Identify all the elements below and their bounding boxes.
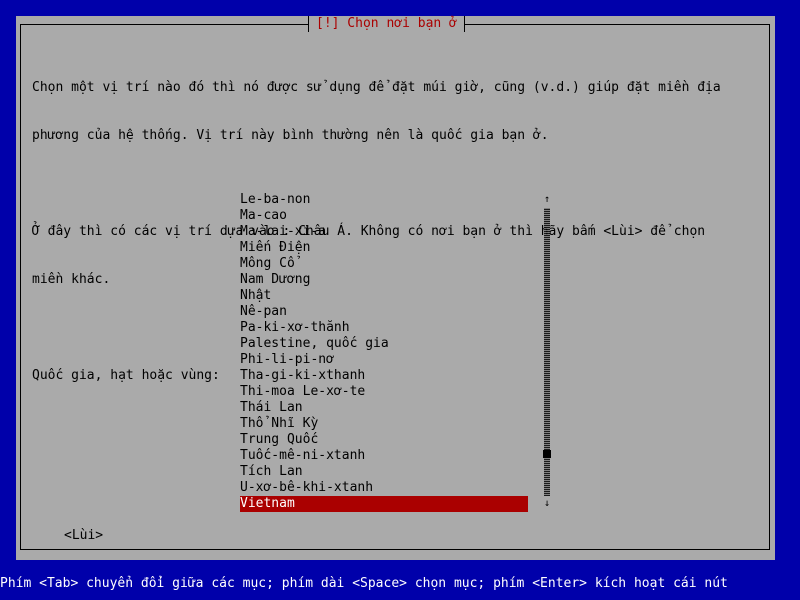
list-item[interactable]: Tha-gi-ki-xthanh [240, 368, 528, 384]
list-item[interactable]: Nhật [240, 288, 528, 304]
list-item[interactable]: Thổ Nhĩ Kỳ [240, 416, 528, 432]
list-item[interactable]: Ma-cao [240, 208, 528, 224]
list-item[interactable]: Mông Cổ [240, 256, 528, 272]
list-item[interactable]: Le-ba-non [240, 192, 528, 208]
list-item[interactable]: Thái Lan [240, 400, 528, 416]
back-button[interactable]: <Lùi> [64, 528, 103, 544]
list-item[interactable]: U-xơ-bê-khi-xtanh [240, 480, 528, 496]
list-item[interactable]: Vietnam [240, 496, 528, 512]
scroll-down-icon[interactable]: ↓ [542, 496, 552, 512]
list-item[interactable]: Thi-moa Le-xơ-te [240, 384, 528, 400]
list-item[interactable]: Phi-li-pi-nơ [240, 352, 528, 368]
list-item[interactable]: Pa-ki-xơ-thănh [240, 320, 528, 336]
country-list[interactable]: Le-ba-non Ma-cao Ma-lai-xi-a Miến Điện Mông … [240, 192, 528, 512]
scroll-thumb[interactable] [543, 450, 551, 458]
list-scrollbar[interactable]: ↑ ↓ [542, 192, 552, 512]
list-item[interactable]: Tuốc-mê-ni-xtanh [240, 448, 528, 464]
dialog-title: [!] Chọn nơi bạn ở [308, 16, 465, 32]
list-item[interactable]: Palestine, quốc gia [240, 336, 528, 352]
status-bar: Phím <Tab> chuyển đổi giữa các mục; phím… [0, 576, 800, 592]
list-item[interactable]: Ma-lai-xi-a [240, 224, 528, 240]
list-item[interactable]: Nê-pan [240, 304, 528, 320]
installer-dialog: [!] Chọn nơi bạn ở Chọn một vị trí nào đ… [16, 16, 775, 560]
list-item[interactable]: Miến Điện [240, 240, 528, 256]
paragraph-1-line-2: phương của hệ thống. Vị trí này bình thư… [32, 128, 549, 143]
paragraph-1-line-1: Chọn một vị trí nào đó thì nó được sử dụ… [32, 80, 721, 95]
scroll-up-icon[interactable]: ↑ [542, 192, 552, 208]
list-item[interactable]: Nam Dương [240, 272, 528, 288]
list-item[interactable]: Trung Quốc [240, 432, 528, 448]
list-item[interactable]: Tích Lan [240, 464, 528, 480]
